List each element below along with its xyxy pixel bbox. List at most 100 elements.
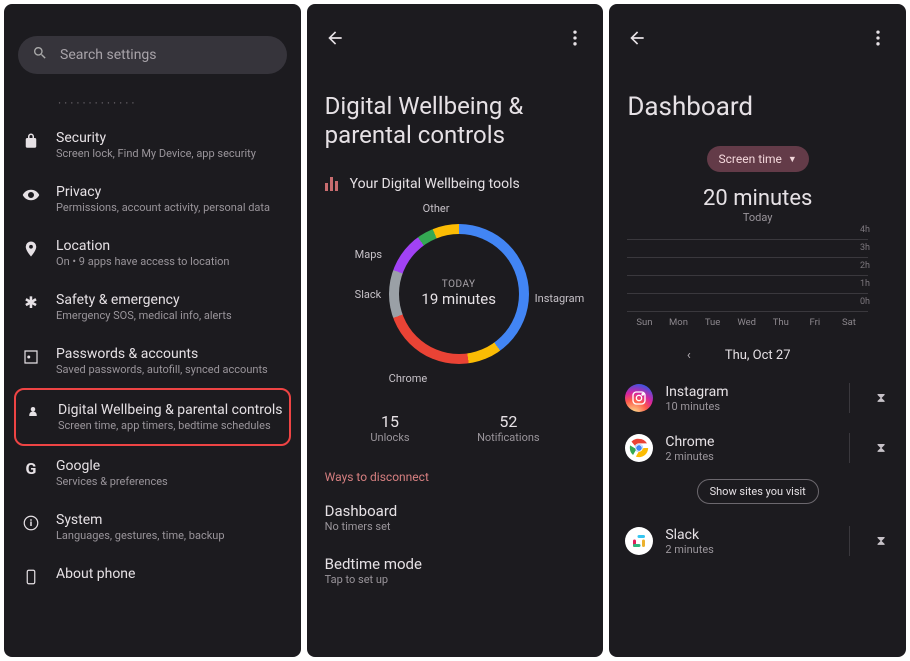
item-title: Security <box>56 130 285 146</box>
item-sub: Screen lock, Find My Device, app securit… <box>56 147 285 160</box>
item-title: Google <box>56 458 285 474</box>
hourglass-icon[interactable]: ⧗ <box>872 441 890 456</box>
date-label: Thu, Oct 27 <box>725 348 791 363</box>
app-name: Chrome <box>665 434 827 450</box>
item-sub: Emergency SOS, medical info, alerts <box>56 309 285 322</box>
item-title: Privacy <box>56 184 285 200</box>
xlab: Sun <box>627 317 661 328</box>
item-title: Safety & emergency <box>56 292 285 308</box>
sidebar-item-safety[interactable]: ✱ Safety & emergencyEmergency SOS, medic… <box>4 280 301 334</box>
app-name: Instagram <box>665 384 827 400</box>
option-dashboard[interactable]: Dashboard No timers set <box>307 498 604 551</box>
app-name: Slack <box>665 527 827 543</box>
sidebar-item-passwords[interactable]: Passwords & accountsSaved passwords, aut… <box>4 334 301 388</box>
show-sites-chip[interactable]: Show sites you visit <box>697 479 819 504</box>
usage-value: 20 minutes <box>609 186 906 211</box>
hourglass-icon[interactable]: ⧗ <box>872 391 890 406</box>
stat-num: 52 <box>477 412 540 431</box>
item-sub: Permissions, account activity, personal … <box>56 201 285 214</box>
asterisk-icon: ✱ <box>20 292 42 312</box>
today-value: 19 minutes <box>421 290 496 308</box>
seg-other: Other <box>423 202 450 215</box>
xlab: Tue <box>696 317 730 328</box>
weekly-chart[interactable]: 0h 1h 2h 3h 4h SunMonTueWedThuFriSat <box>627 240 888 328</box>
app-list: Instagram10 minutes ⧗ Chrome2 minutes ⧗ … <box>609 373 906 566</box>
search-input[interactable]: Search settings <box>18 36 287 74</box>
disconnect-header: Ways to disconnect <box>307 464 604 498</box>
donut-center: TODAY 19 minutes <box>389 224 529 364</box>
settings-list: · · · · · · · · · · · · · SecurityScreen… <box>4 96 301 598</box>
ylab: 4h <box>860 225 870 235</box>
settings-screen: Search settings · · · · · · · · · · · · … <box>4 4 301 657</box>
seg-maps: Maps <box>355 248 382 261</box>
stat-num: 15 <box>370 412 409 431</box>
slack-icon <box>625 527 653 555</box>
tools-label: Your Digital Wellbeing tools <box>350 176 520 192</box>
key-icon <box>20 346 42 366</box>
opt-title: Bedtime mode <box>325 555 586 573</box>
item-title: Passwords & accounts <box>56 346 285 362</box>
sidebar-item-location[interactable]: LocationOn • 9 apps have access to locat… <box>4 226 301 280</box>
dashboard-screen: Dashboard Screen time ▼ 20 minutes Today… <box>609 4 906 657</box>
opt-sub: No timers set <box>325 520 586 533</box>
sidebar-item-privacy[interactable]: PrivacyPermissions, account activity, pe… <box>4 172 301 226</box>
notifications-stat[interactable]: 52 Notifications <box>477 412 540 444</box>
item-sub: Languages, gestures, time, backup <box>56 529 285 542</box>
sidebar-item-wellbeing[interactable]: Digital Wellbeing & parental controlsScr… <box>14 388 291 446</box>
prev-day-button[interactable]: ‹ <box>687 348 691 363</box>
page-title: Dashboard <box>609 52 906 140</box>
item-sub: On • 9 apps have access to location <box>56 255 285 268</box>
google-icon: G <box>20 458 42 478</box>
app-time: 10 minutes <box>665 400 827 413</box>
hourglass-icon[interactable]: ⧗ <box>872 534 890 549</box>
page-title: Digital Wellbeing & parental controls <box>307 52 604 170</box>
tools-row[interactable]: Your Digital Wellbeing tools <box>307 170 604 196</box>
search-icon <box>32 45 48 65</box>
app-time: 2 minutes <box>665 543 827 556</box>
more-button[interactable] <box>868 28 888 52</box>
app-row-instagram[interactable]: Instagram10 minutes ⧗ <box>609 373 906 423</box>
item-sub: Saved passwords, autofill, synced accoun… <box>56 363 285 376</box>
chrome-icon <box>625 434 653 462</box>
option-bedtime[interactable]: Bedtime mode Tap to set up <box>307 551 604 604</box>
seg-slack: Slack <box>355 288 382 301</box>
back-button[interactable] <box>325 28 345 52</box>
mode-chip[interactable]: Screen time ▼ <box>707 146 809 172</box>
location-icon <box>20 238 42 258</box>
chart-bars <box>627 240 866 312</box>
item-title: Location <box>56 238 285 254</box>
item-title: Digital Wellbeing & parental controls <box>58 402 283 418</box>
app-time: 2 minutes <box>665 450 827 463</box>
seg-chrome: Chrome <box>389 372 428 385</box>
xlab: Wed <box>730 317 764 328</box>
opt-title: Dashboard <box>325 502 586 520</box>
sidebar-item-system[interactable]: SystemLanguages, gestures, time, backup <box>4 500 301 554</box>
usage-donut[interactable]: TODAY 19 minutes Other Maps Slack Chrome… <box>307 196 604 396</box>
app-row-slack[interactable]: Slack2 minutes ⧗ <box>609 516 906 566</box>
search-placeholder: Search settings <box>60 47 157 63</box>
today-label: TODAY <box>442 279 476 290</box>
more-button[interactable] <box>565 28 585 52</box>
app-row-chrome[interactable]: Chrome2 minutes ⧗ <box>609 423 906 473</box>
wellbeing-icon <box>22 402 44 422</box>
xlab: Mon <box>661 317 695 328</box>
sidebar-item-about[interactable]: About phone <box>4 554 301 598</box>
info-icon <box>20 512 42 532</box>
xlab: Sat <box>832 317 866 328</box>
seg-instagram: Instagram <box>535 292 585 305</box>
unlocks-stat[interactable]: 15 Unlocks <box>370 412 409 444</box>
chip-label: Screen time <box>719 152 782 166</box>
item-sub: Screen time, app timers, bedtime schedul… <box>58 419 283 432</box>
item-title: About phone <box>56 566 285 582</box>
item-title: System <box>56 512 285 528</box>
back-button[interactable] <box>627 28 647 52</box>
opt-sub: Tap to set up <box>325 573 586 586</box>
xlab: Fri <box>798 317 832 328</box>
item-sub: Services & preferences <box>56 475 285 488</box>
sidebar-item-google[interactable]: G GoogleServices & preferences <box>4 446 301 500</box>
phone-icon <box>20 566 42 586</box>
instagram-icon <box>625 384 653 412</box>
lock-icon <box>20 130 42 150</box>
stat-lab: Notifications <box>477 431 540 444</box>
sidebar-item-security[interactable]: SecurityScreen lock, Find My Device, app… <box>4 118 301 172</box>
